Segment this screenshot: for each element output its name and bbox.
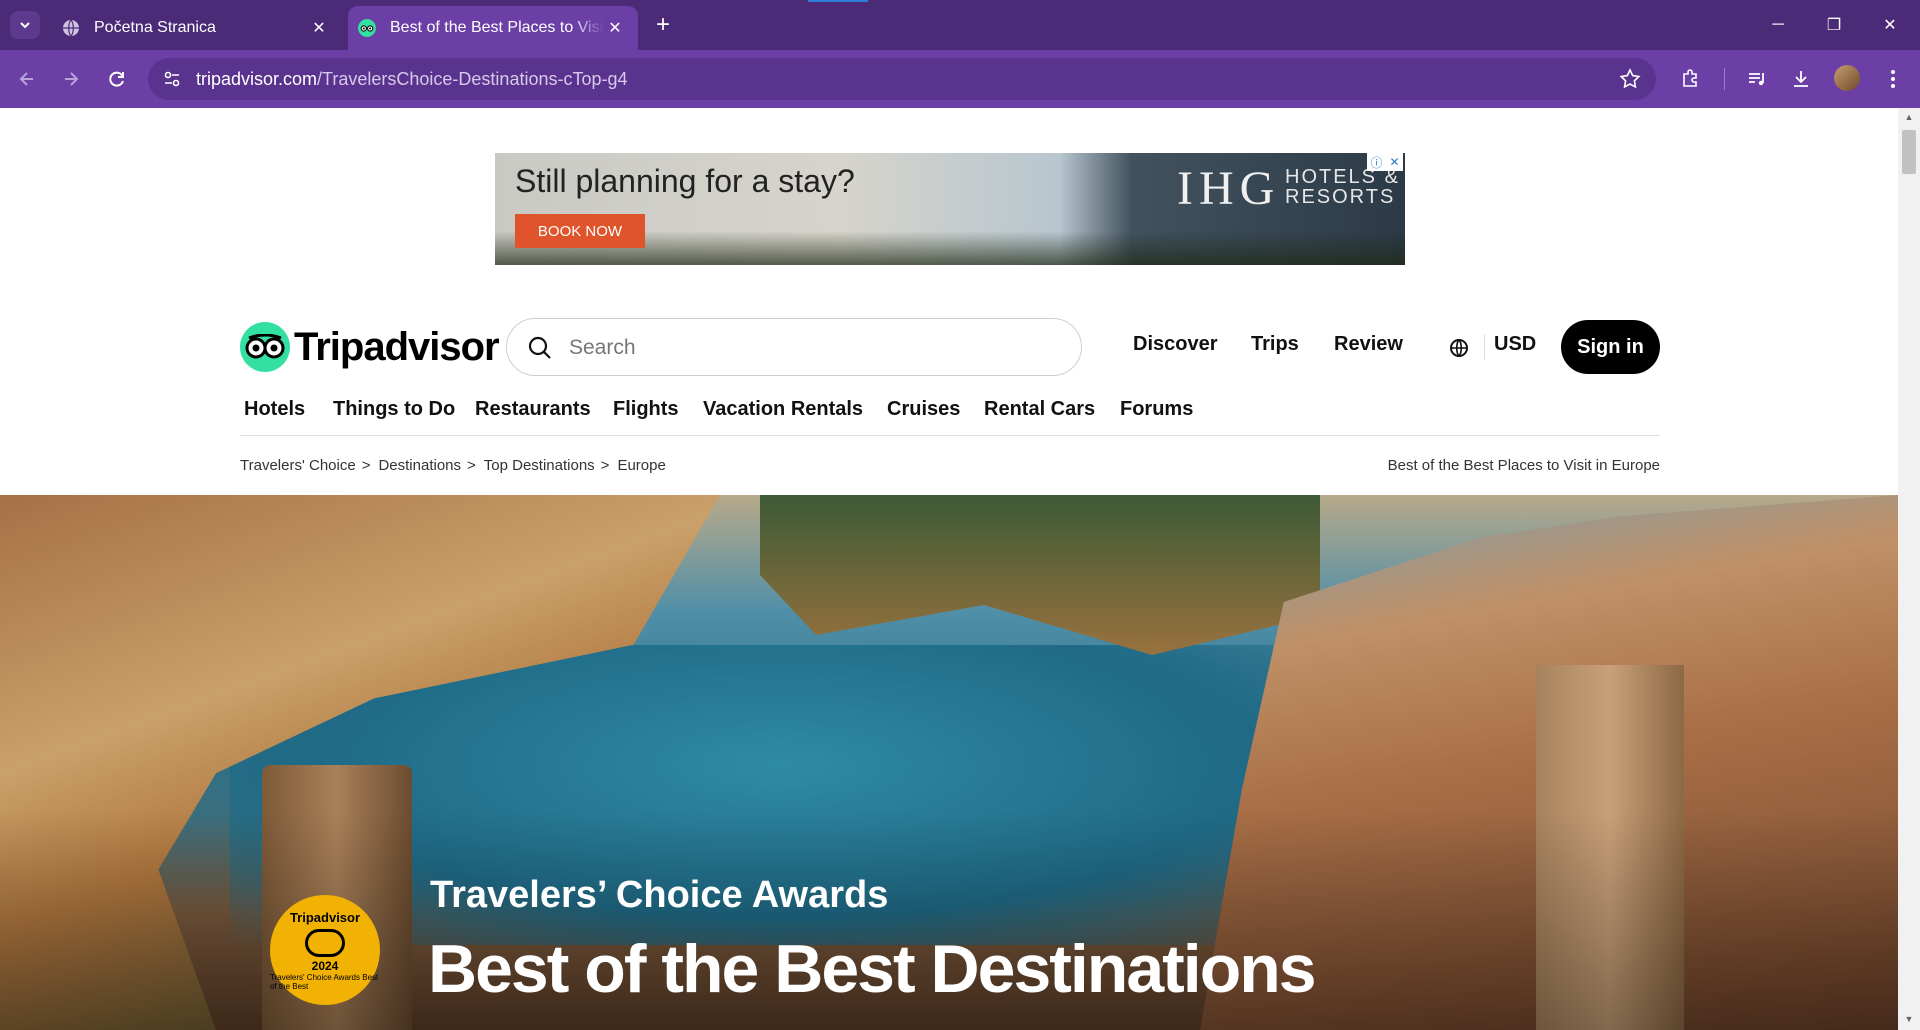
url-path: /TravelersChoice-Destinations-cTop-g4	[317, 69, 628, 89]
arrow-right-icon	[65, 72, 79, 86]
chevron-down-icon	[20, 22, 30, 29]
globe-icon[interactable]	[1447, 336, 1471, 360]
category-forums[interactable]: Forums	[1120, 398, 1193, 421]
info-icon[interactable]: ⓘ	[1370, 154, 1382, 171]
tab-title: Best of the Best Places to Visit in Euro…	[390, 19, 604, 36]
nav-trips[interactable]: Trips	[1251, 333, 1299, 356]
breadcrumb-separator: >	[467, 457, 476, 474]
ad-headline: Still planning for a stay?	[515, 163, 855, 199]
category-vacation-rentals[interactable]: Vacation Rentals	[703, 398, 863, 421]
globe-icon	[63, 19, 79, 37]
tripadvisor-owl-icon	[240, 322, 290, 372]
breadcrumb-item[interactable]: Top Destinations	[484, 457, 595, 474]
search-box[interactable]	[506, 318, 1082, 376]
ad-choices[interactable]: ⓘ ✕	[1367, 153, 1403, 171]
page-content: Still planning for a stay? BOOK NOW IHG …	[0, 108, 1898, 1030]
ad-brand-subtitle: HOTELS & RESORTS	[1285, 167, 1400, 207]
close-ad-icon[interactable]: ✕	[1389, 155, 1399, 169]
nav-discover[interactable]: Discover	[1133, 333, 1218, 356]
browser-toolbar: tripadvisor.com/TravelersChoice-Destinat…	[0, 50, 1920, 108]
badge-brand: Tripadvisor	[289, 909, 361, 925]
category-rental-cars[interactable]: Rental Cars	[984, 398, 1095, 421]
download-icon[interactable]	[1788, 66, 1814, 92]
travelers-choice-badge: Tripadvisor 2024 Travelers' Choice Award…	[270, 895, 380, 1005]
breadcrumb-separator: >	[600, 457, 610, 474]
forward-button[interactable]	[56, 64, 86, 94]
tab-title: Početna Stranica	[94, 19, 216, 36]
bookmark-star-icon[interactable]	[1618, 67, 1642, 91]
ad-brand-logo: IHG	[1177, 162, 1281, 215]
breadcrumb-item[interactable]: Destinations	[378, 457, 461, 474]
breadcrumb-item-current: Europe	[617, 457, 666, 474]
page-context-title: Best of the Best Places to Visit in Euro…	[1387, 457, 1660, 474]
breadcrumb-item[interactable]: Travelers' Choice	[240, 457, 356, 474]
ad-banner[interactable]: Still planning for a stay? BOOK NOW IHG …	[495, 153, 1405, 265]
tab-search-button[interactable]	[10, 11, 40, 39]
category-cruises[interactable]: Cruises	[887, 398, 960, 421]
toolbar-separator	[1724, 68, 1725, 90]
media-controls-icon[interactable]	[1744, 66, 1770, 92]
close-tab-icon[interactable]: ✕	[308, 17, 330, 39]
reload-button[interactable]	[102, 64, 132, 94]
sign-in-button[interactable]: Sign in	[1561, 320, 1660, 374]
scroll-up-icon[interactable]: ▲	[1903, 112, 1915, 124]
site-info-icon[interactable]	[162, 69, 182, 89]
divider	[240, 435, 1660, 436]
scrollbar-thumb[interactable]	[1902, 130, 1916, 174]
nav-review[interactable]: Review	[1334, 333, 1403, 356]
more-menu-icon[interactable]	[1880, 66, 1906, 92]
restore-icon[interactable]: ❐	[1814, 12, 1854, 38]
ad-brand-sub-line: RESORTS	[1285, 186, 1396, 208]
reload-icon	[109, 71, 124, 87]
browser-tab-strip: Početna Stranica ✕ Best of the Best Plac…	[0, 0, 1920, 50]
extensions-icon[interactable]	[1678, 66, 1704, 92]
currency-selector[interactable]: USD	[1494, 333, 1536, 356]
category-hotels[interactable]: Hotels	[244, 398, 305, 421]
url-text: tripadvisor.com/TravelersChoice-Destinat…	[196, 69, 628, 90]
hero-title: Best of the Best Destinations	[428, 931, 1317, 1007]
badge-year: 2024	[311, 958, 339, 973]
category-things-to-do[interactable]: Things to Do	[333, 398, 455, 421]
logo-text: Tripadvisor	[294, 324, 500, 369]
media-indicator	[808, 0, 868, 2]
tripadvisor-owl-icon	[358, 19, 376, 37]
profile-avatar[interactable]	[1834, 65, 1860, 91]
browser-tab[interactable]: Početna Stranica ✕	[52, 6, 342, 50]
scroll-down-icon[interactable]: ▼	[1903, 1014, 1915, 1026]
nav-divider	[1484, 334, 1485, 360]
url-host: tripadvisor.com	[196, 69, 318, 89]
category-restaurants[interactable]: Restaurants	[475, 398, 591, 421]
arrow-left-icon	[19, 72, 33, 86]
back-button[interactable]	[12, 64, 42, 94]
search-input[interactable]	[567, 333, 1047, 363]
breadcrumb: Travelers' Choice > Destinations > Top Des…	[240, 457, 672, 474]
new-tab-button[interactable]: +	[650, 11, 676, 38]
category-flights[interactable]: Flights	[613, 398, 679, 421]
owl-eyes-icon	[305, 928, 345, 957]
minimize-icon[interactable]: ─	[1758, 12, 1798, 38]
browser-tab-active[interactable]: Best of the Best Places to Visit in Euro…	[348, 6, 638, 50]
breadcrumb-separator: >	[361, 457, 371, 474]
hero-subtitle: Travelers’ Choice Awards	[430, 874, 889, 916]
close-tab-icon[interactable]: ✕	[604, 17, 626, 39]
tripadvisor-logo[interactable]: Tripadvisor	[240, 322, 500, 372]
close-window-icon[interactable]: ✕	[1870, 12, 1910, 38]
search-icon	[528, 336, 551, 359]
address-bar[interactable]: tripadvisor.com/TravelersChoice-Destinat…	[148, 58, 1656, 100]
badge-ring-text: Travelers' Choice Awards Best of the Bes…	[270, 972, 379, 991]
ad-book-now-button[interactable]: BOOK NOW	[515, 214, 645, 248]
page-scrollbar[interactable]: ▲ ▼	[1898, 108, 1920, 1030]
